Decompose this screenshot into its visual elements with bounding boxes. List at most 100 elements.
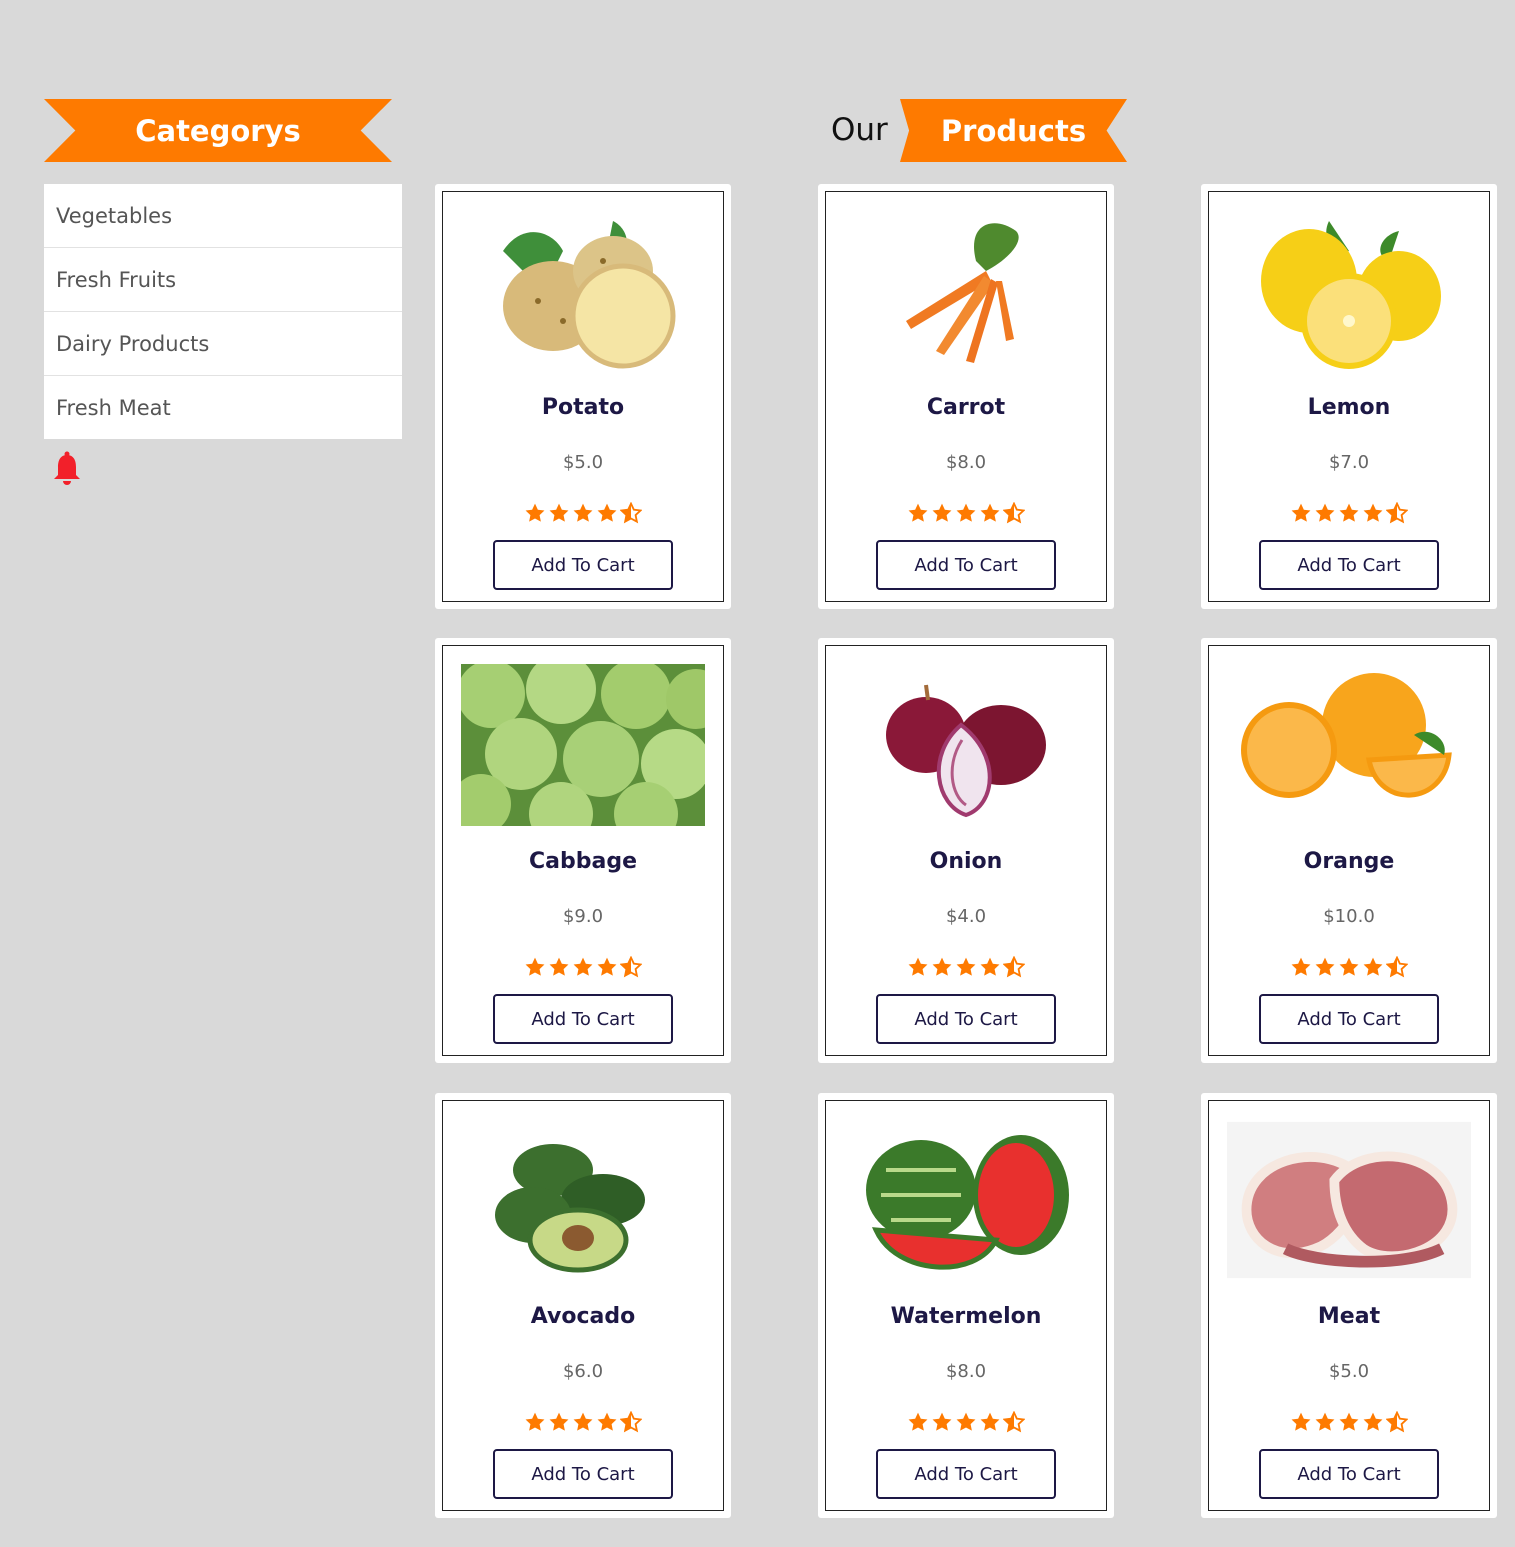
product-rating [1209, 1411, 1489, 1433]
product-price: $8.0 [945, 1361, 987, 1382]
product-image[interactable] [461, 1119, 705, 1281]
product-card-frame: Lemon $7.0 Add To Cart [1208, 191, 1490, 602]
star-half-icon [620, 502, 642, 524]
add-to-cart-button[interactable]: Add To Cart [493, 994, 673, 1044]
star-full-icon [596, 956, 618, 978]
star-full-icon [1314, 1411, 1336, 1433]
product-card-frame: Meat $5.0 Add To Cart [1208, 1100, 1490, 1511]
product-rating [826, 1411, 1106, 1433]
product-price: $6.0 [562, 1361, 604, 1382]
product-card-cabbage: Cabbage $9.0 Add To Cart [435, 638, 731, 1063]
star-full-icon [596, 502, 618, 524]
star-full-icon [548, 1411, 570, 1433]
star-full-icon [979, 502, 1001, 524]
product-rating [443, 956, 723, 978]
product-price: $7.0 [1328, 452, 1370, 473]
add-to-cart-button[interactable]: Add To Cart [493, 1449, 673, 1499]
add-to-cart-button[interactable]: Add To Cart [1259, 1449, 1439, 1499]
star-full-icon [524, 956, 546, 978]
category-list: Vegetables Fresh Fruits Dairy Products F… [44, 184, 402, 439]
star-full-icon [1362, 1411, 1384, 1433]
star-half-icon [1003, 502, 1025, 524]
star-full-icon [907, 1411, 929, 1433]
category-item-fresh-fruits[interactable]: Fresh Fruits [44, 248, 402, 312]
star-full-icon [1290, 502, 1312, 524]
category-item-dairy-products[interactable]: Dairy Products [44, 312, 402, 376]
star-full-icon [1314, 956, 1336, 978]
categories-title: Categorys [135, 113, 301, 148]
product-image[interactable] [461, 210, 705, 372]
product-image[interactable] [1227, 664, 1471, 826]
product-card-frame: Avocado $6.0 Add To Cart [442, 1100, 724, 1511]
product-card-carrot: Carrot $8.0 Add To Cart [818, 184, 1114, 609]
star-full-icon [1290, 1411, 1312, 1433]
product-name: Cabbage [528, 849, 637, 874]
product-price: $4.0 [945, 906, 987, 927]
product-rating [826, 502, 1106, 524]
star-half-icon [1003, 956, 1025, 978]
product-name: Potato [541, 395, 625, 420]
star-full-icon [931, 1411, 953, 1433]
product-card-potato: Potato $5.0 Add To Cart [435, 184, 731, 609]
product-rating [443, 1411, 723, 1433]
product-image[interactable] [461, 664, 705, 826]
star-half-icon [1003, 1411, 1025, 1433]
product-card-frame: Carrot $8.0 Add To Cart [825, 191, 1107, 602]
star-full-icon [548, 956, 570, 978]
product-card-lemon: Lemon $7.0 Add To Cart [1201, 184, 1497, 609]
product-name: Lemon [1307, 395, 1391, 420]
product-card-onion: Onion $4.0 Add To Cart [818, 638, 1114, 1063]
product-card-frame: Cabbage $9.0 Add To Cart [442, 645, 724, 1056]
star-full-icon [955, 956, 977, 978]
star-full-icon [931, 502, 953, 524]
product-price: $8.0 [945, 452, 987, 473]
product-price: $5.0 [1328, 1361, 1370, 1382]
star-full-icon [572, 1411, 594, 1433]
product-card-frame: Orange $10.0 Add To Cart [1208, 645, 1490, 1056]
star-full-icon [572, 956, 594, 978]
star-full-icon [572, 502, 594, 524]
bell-icon[interactable] [52, 451, 82, 487]
product-card-frame: Watermelon $8.0 Add To Cart [825, 1100, 1107, 1511]
product-rating [443, 502, 723, 524]
product-name: Orange [1303, 849, 1395, 874]
product-card-avocado: Avocado $6.0 Add To Cart [435, 1093, 731, 1518]
star-full-icon [931, 956, 953, 978]
star-full-icon [1314, 502, 1336, 524]
star-half-icon [1386, 1411, 1408, 1433]
star-full-icon [955, 502, 977, 524]
product-image[interactable] [844, 664, 1088, 826]
product-name: Avocado [530, 1304, 636, 1329]
category-item-vegetables[interactable]: Vegetables [44, 184, 402, 248]
star-half-icon [1386, 502, 1408, 524]
product-card-watermelon: Watermelon $8.0 Add To Cart [818, 1093, 1114, 1518]
add-to-cart-button[interactable]: Add To Cart [876, 540, 1056, 590]
product-image[interactable] [844, 210, 1088, 372]
product-name: Meat [1317, 1304, 1381, 1329]
products-title: Products [940, 113, 1087, 148]
product-image[interactable] [1227, 210, 1471, 372]
star-full-icon [1338, 1411, 1360, 1433]
product-rating [826, 956, 1106, 978]
add-to-cart-button[interactable]: Add To Cart [1259, 994, 1439, 1044]
add-to-cart-button[interactable]: Add To Cart [876, 994, 1056, 1044]
product-rating [1209, 502, 1489, 524]
add-to-cart-button[interactable]: Add To Cart [1259, 540, 1439, 590]
product-card-orange: Orange $10.0 Add To Cart [1201, 638, 1497, 1063]
product-image[interactable] [1227, 1119, 1471, 1281]
product-card-frame: Potato $5.0 Add To Cart [442, 191, 724, 602]
product-price: $10.0 [1323, 906, 1375, 927]
product-image[interactable] [844, 1119, 1088, 1281]
products-banner: Products [900, 99, 1127, 162]
header-prefix: Our [831, 112, 888, 148]
star-full-icon [524, 502, 546, 524]
add-to-cart-button[interactable]: Add To Cart [493, 540, 673, 590]
star-full-icon [907, 502, 929, 524]
star-full-icon [1362, 956, 1384, 978]
star-full-icon [1290, 956, 1312, 978]
product-card-frame: Onion $4.0 Add To Cart [825, 645, 1107, 1056]
add-to-cart-button[interactable]: Add To Cart [876, 1449, 1056, 1499]
star-full-icon [979, 1411, 1001, 1433]
category-item-fresh-meat[interactable]: Fresh Meat [44, 376, 402, 439]
star-half-icon [620, 1411, 642, 1433]
